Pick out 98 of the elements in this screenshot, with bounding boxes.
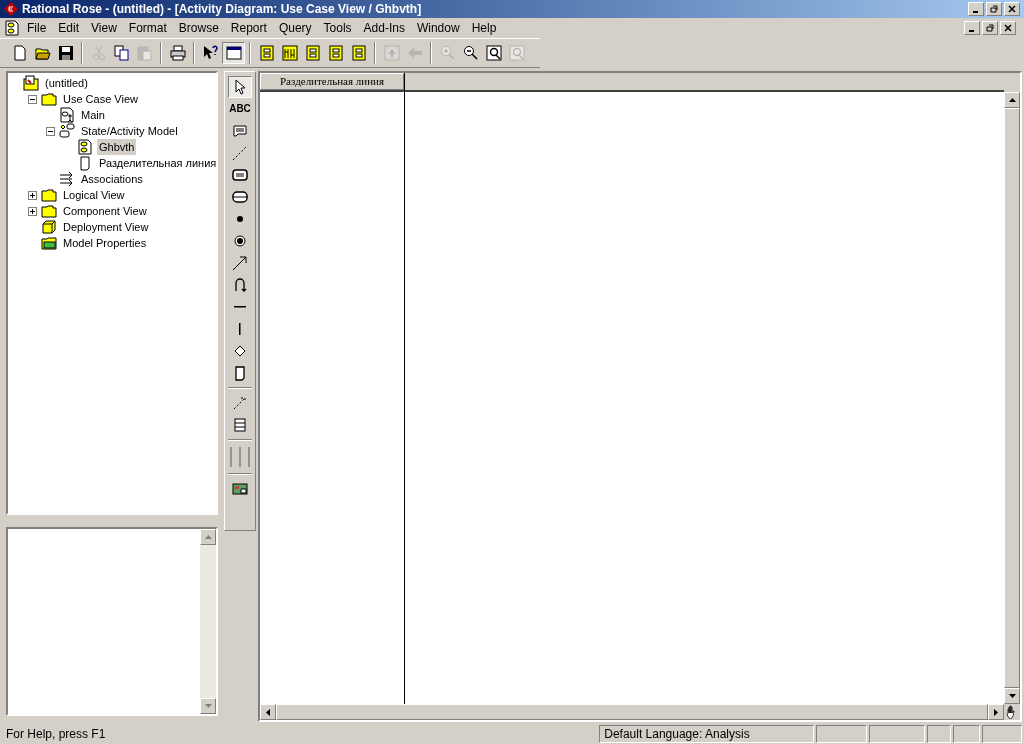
diagram-icon [77, 139, 93, 155]
menu-item[interactable]: View [86, 19, 122, 37]
window-title: Rational Rose - (untitled) - [Activity Diagram: Use Case View / Ghbvth] [22, 1, 422, 18]
restore-icon [986, 24, 994, 32]
sequence-diagram-icon [281, 45, 298, 61]
printer-icon [169, 45, 186, 61]
pointer-icon [232, 79, 248, 95]
properties-icon [41, 235, 57, 251]
status-pane [815, 725, 868, 743]
document-minimize-button[interactable] [964, 21, 980, 35]
tree-item[interactable]: Model Properties [61, 235, 149, 251]
menu-item[interactable]: Browse [173, 19, 224, 37]
collapse-icon[interactable] [46, 126, 55, 136]
model-icon [23, 75, 39, 91]
clipboard-icon [136, 45, 153, 61]
scroll-right-icon[interactable] [988, 704, 1004, 720]
arrow-icon [232, 255, 248, 271]
diagram-icon [327, 45, 344, 61]
status-pane [952, 725, 981, 743]
diagram-icon [59, 107, 75, 123]
fit-window-icon [508, 45, 525, 61]
associations-icon [59, 171, 75, 187]
copy-icon [113, 45, 130, 61]
stacked-rows-icon [232, 417, 248, 433]
folder-icon [41, 91, 57, 107]
status-language: Default Language: Analysis [599, 725, 814, 743]
browse-parent-icon [383, 45, 400, 61]
tree-item[interactable]: Разделительная линия [97, 155, 216, 171]
menu-item[interactable]: Window [411, 19, 465, 37]
folder-icon [41, 203, 57, 219]
diagram-icon [4, 20, 20, 36]
swimlane-icon [232, 365, 248, 381]
document-close-button[interactable] [1000, 21, 1016, 35]
menu-item[interactable]: Add-Ins [358, 19, 410, 37]
tree-item[interactable]: Associations [79, 171, 145, 187]
fit-window-icon [485, 45, 502, 61]
end-state-icon [232, 233, 248, 249]
menu-item[interactable]: Edit [53, 19, 85, 37]
scroll-down-icon[interactable] [1004, 688, 1020, 704]
diamond-icon [232, 343, 248, 359]
zoom-in-icon [439, 45, 456, 61]
header-corner [1004, 73, 1020, 92]
diagram-icon [258, 45, 275, 61]
close-button[interactable] [1004, 2, 1020, 16]
menu-item[interactable]: Report [225, 19, 272, 37]
minimize-button[interactable] [968, 2, 984, 16]
swimlane-header[interactable]: Разделительная линия [260, 73, 404, 90]
loop-arrow-icon [232, 277, 248, 293]
palette-tool[interactable]: ABC [228, 98, 252, 120]
scissors-icon [90, 45, 107, 61]
menu-item[interactable]: Query [273, 19, 317, 37]
toolbar-button[interactable] [222, 42, 245, 64]
app-logo-icon [4, 2, 18, 16]
swimlane-columns-icon [229, 446, 251, 468]
node-icon [41, 219, 57, 235]
zoom-out-icon [462, 45, 479, 61]
tree-item[interactable]: Use Case View [61, 91, 140, 107]
state-model-icon [59, 123, 75, 139]
tree-item[interactable]: Main [79, 107, 107, 123]
tree-item[interactable]: Component View [61, 203, 149, 219]
expand-icon[interactable] [28, 190, 37, 200]
swimlane-icon [77, 155, 93, 171]
new-file-icon [11, 45, 28, 61]
restore-icon [990, 5, 998, 13]
dashed-line-icon [232, 145, 248, 161]
restore-button[interactable] [986, 2, 1002, 16]
palette-tool[interactable] [228, 76, 252, 98]
pointer-question-icon [202, 45, 219, 61]
state-icon [232, 167, 248, 183]
hand-icon[interactable] [1004, 704, 1020, 720]
expand-icon[interactable] [28, 206, 37, 216]
diagram-icon [304, 45, 321, 61]
close-icon [1008, 5, 1016, 13]
status-help-text: For Help, press F1 [5, 726, 107, 743]
document-restore-button[interactable] [982, 21, 998, 35]
menu-item[interactable]: File [22, 19, 52, 37]
diagram-icon [350, 45, 367, 61]
menu-item[interactable]: Tools [318, 19, 357, 37]
tree-item[interactable]: Deployment View [61, 219, 151, 235]
image-icon [232, 481, 248, 497]
left-arrow-icon [406, 45, 423, 61]
open-folder-icon [34, 45, 51, 61]
close-icon [1004, 24, 1012, 32]
menu-item[interactable]: Format [123, 19, 172, 37]
collapse-icon[interactable] [28, 94, 37, 104]
scroll-left-icon[interactable] [260, 704, 276, 720]
dashed-arrow-icon [232, 395, 248, 411]
scroll-up-icon[interactable] [1004, 92, 1020, 108]
note-icon [232, 123, 248, 139]
tree-item[interactable]: Logical View [61, 187, 127, 203]
menu-item[interactable]: Help [466, 19, 502, 37]
status-pane [982, 725, 1022, 743]
tree-item[interactable]: Ghbvth [97, 139, 137, 155]
tree-item[interactable]: State/Activity Model [79, 123, 180, 139]
activity-icon [232, 189, 248, 205]
window-icon [225, 45, 242, 61]
folder-icon [41, 187, 57, 203]
tree-item[interactable]: (untitled) [43, 75, 90, 91]
